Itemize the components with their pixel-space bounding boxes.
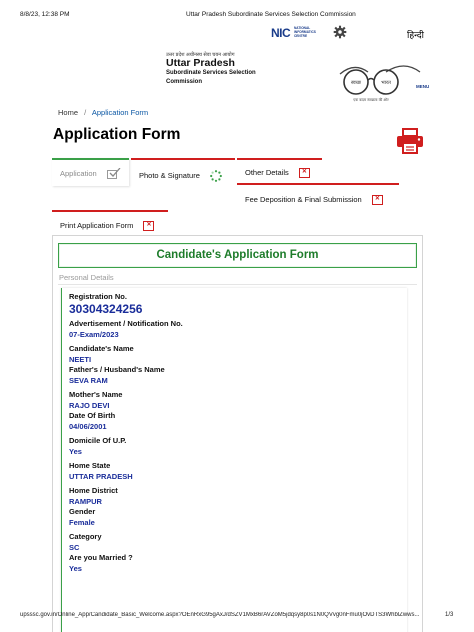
nic-logo-subtext: NATIONAL INFORMATICS CENTRE — [294, 26, 316, 38]
tab-application[interactable]: Application — [52, 158, 129, 186]
field-married: Are you Married ? Yes — [69, 553, 407, 574]
spinner-icon — [210, 170, 222, 182]
field-date-of-birth: Date Of Birth 04/06/2001 — [69, 411, 407, 432]
field-label: Domicile Of U.P. — [69, 436, 127, 445]
nic-logo: NIC NATIONAL INFORMATICS CENTRE — [271, 25, 319, 41]
tab-print-label: Print Application Form — [60, 221, 134, 230]
field-value: NEETI — [69, 355, 92, 364]
tab-application-label: Application — [60, 169, 97, 178]
swachh-bharat-emblem: स्वच्छ भारत एक कदम स्वच्छता की ओर — [339, 65, 421, 102]
print-url: upsssc.gov.in/Online_App/Candidate_Basic… — [20, 612, 420, 618]
field-candidate-name: Candidate's Name NEETI — [69, 344, 407, 365]
section-divider — [58, 284, 417, 285]
close-x-icon: ✕ — [298, 168, 310, 179]
nic-logo-text: NIC — [271, 26, 291, 40]
print-page-number: 1/3 — [445, 612, 454, 618]
personal-details-card: Registration No. 30304324256 Advertiseme… — [61, 288, 407, 632]
org-name: Uttar Pradesh — [166, 57, 235, 69]
tab-other-details[interactable]: Other Details ✕ — [237, 158, 322, 186]
checkbox-icon — [106, 167, 121, 179]
print-date: 8/8/23, 12:38 PM — [20, 11, 70, 18]
tab-fee-label: Fee Deposition & Final Submission — [245, 195, 362, 204]
menu-button[interactable]: MENU — [416, 84, 429, 89]
field-value: 04/06/2001 — [69, 422, 107, 431]
field-label: Father's / Husband's Name — [69, 365, 165, 374]
field-label: Mother's Name — [69, 390, 123, 399]
tab-photo-signature[interactable]: Photo & Signature — [131, 158, 235, 186]
site-brand[interactable]: उत्तर प्रदेश अधीनस्थ सेवा चयन आयोग Uttar… — [166, 52, 276, 87]
field-label: Registration No. — [69, 292, 127, 301]
top-bar: NIC NATIONAL INFORMATICS CENTRE हिन्दी — [52, 22, 424, 44]
form-title: Candidate's Application Form — [58, 243, 417, 268]
field-label: Category — [69, 532, 102, 541]
field-value: RAJO DEVI — [69, 401, 110, 410]
field-value: RAMPUR — [69, 497, 102, 506]
field-home-state: Home State UTTAR PRADESH — [69, 461, 407, 482]
field-value: UTTAR PRADESH — [69, 472, 133, 481]
emblem-tagline: एक कदम स्वच्छता की ओर — [353, 97, 389, 102]
field-label: Home State — [69, 461, 111, 470]
close-x-icon: ✕ — [371, 195, 383, 206]
field-label: Are you Married ? — [69, 553, 133, 562]
tab-print-application[interactable]: Print Application Form ✕ — [52, 210, 168, 238]
field-label: Gender — [69, 507, 96, 516]
field-value: 07-Exam/2023 — [69, 330, 119, 339]
breadcrumb-separator: / — [84, 108, 87, 117]
field-home-district: Home District RAMPUR — [69, 486, 407, 507]
breadcrumb-current[interactable]: Application Form — [92, 108, 148, 117]
field-label: Advertisement / Notification No. — [69, 319, 183, 328]
field-advertisement: Advertisement / Notification No. 07-Exam… — [69, 319, 407, 340]
field-label: Home District — [69, 486, 118, 495]
field-value: Yes — [69, 447, 82, 456]
breadcrumb-home-link[interactable]: Home — [58, 108, 78, 117]
field-label: Candidate's Name — [69, 344, 134, 353]
field-category: Category SC — [69, 532, 407, 553]
field-gender: Gender Female — [69, 507, 407, 528]
tab-fee-final-submission[interactable]: Fee Deposition & Final Submission ✕ — [237, 183, 399, 211]
tab-photo-label: Photo & Signature — [139, 170, 200, 180]
field-label: Date Of Birth — [69, 411, 116, 420]
field-value: Female — [69, 518, 95, 527]
field-value: SEVA RAM — [69, 376, 108, 385]
print-header: 8/8/23, 12:38 PM Uttar Pradesh Subordina… — [0, 9, 474, 21]
breadcrumb: Home / Application Form — [58, 108, 148, 117]
org-subtitle: Subordinate Services Selection Commissio… — [166, 70, 256, 85]
printer-icon[interactable] — [396, 128, 424, 154]
section-heading-personal: Personal Details — [59, 273, 114, 282]
page-title: Application Form — [53, 126, 181, 143]
nic-sub-line: CENTRE — [294, 33, 308, 38]
close-x-icon: ✕ — [143, 221, 155, 232]
field-father-name: Father's / Husband's Name SEVA RAM — [69, 365, 407, 386]
emblem-text-right: भारत — [381, 80, 391, 86]
field-value: Yes — [69, 564, 82, 573]
language-toggle-link[interactable]: हिन्दी — [407, 28, 424, 41]
application-form-panel: Candidate's Application Form Personal De… — [52, 235, 423, 632]
print-title: Uttar Pradesh Subordinate Services Selec… — [186, 11, 356, 18]
field-mother-name: Mother's Name RAJO DEVI — [69, 390, 407, 411]
emblem-text-left: स्वच्छ — [351, 80, 362, 86]
field-domicile: Domicile Of U.P. Yes — [69, 436, 407, 457]
tab-other-label: Other Details — [245, 168, 289, 177]
field-value: SC — [69, 543, 80, 552]
gear-icon[interactable] — [333, 25, 347, 39]
field-registration: Registration No. 30304324256 — [69, 292, 407, 317]
field-value: 30304324256 — [69, 302, 143, 316]
